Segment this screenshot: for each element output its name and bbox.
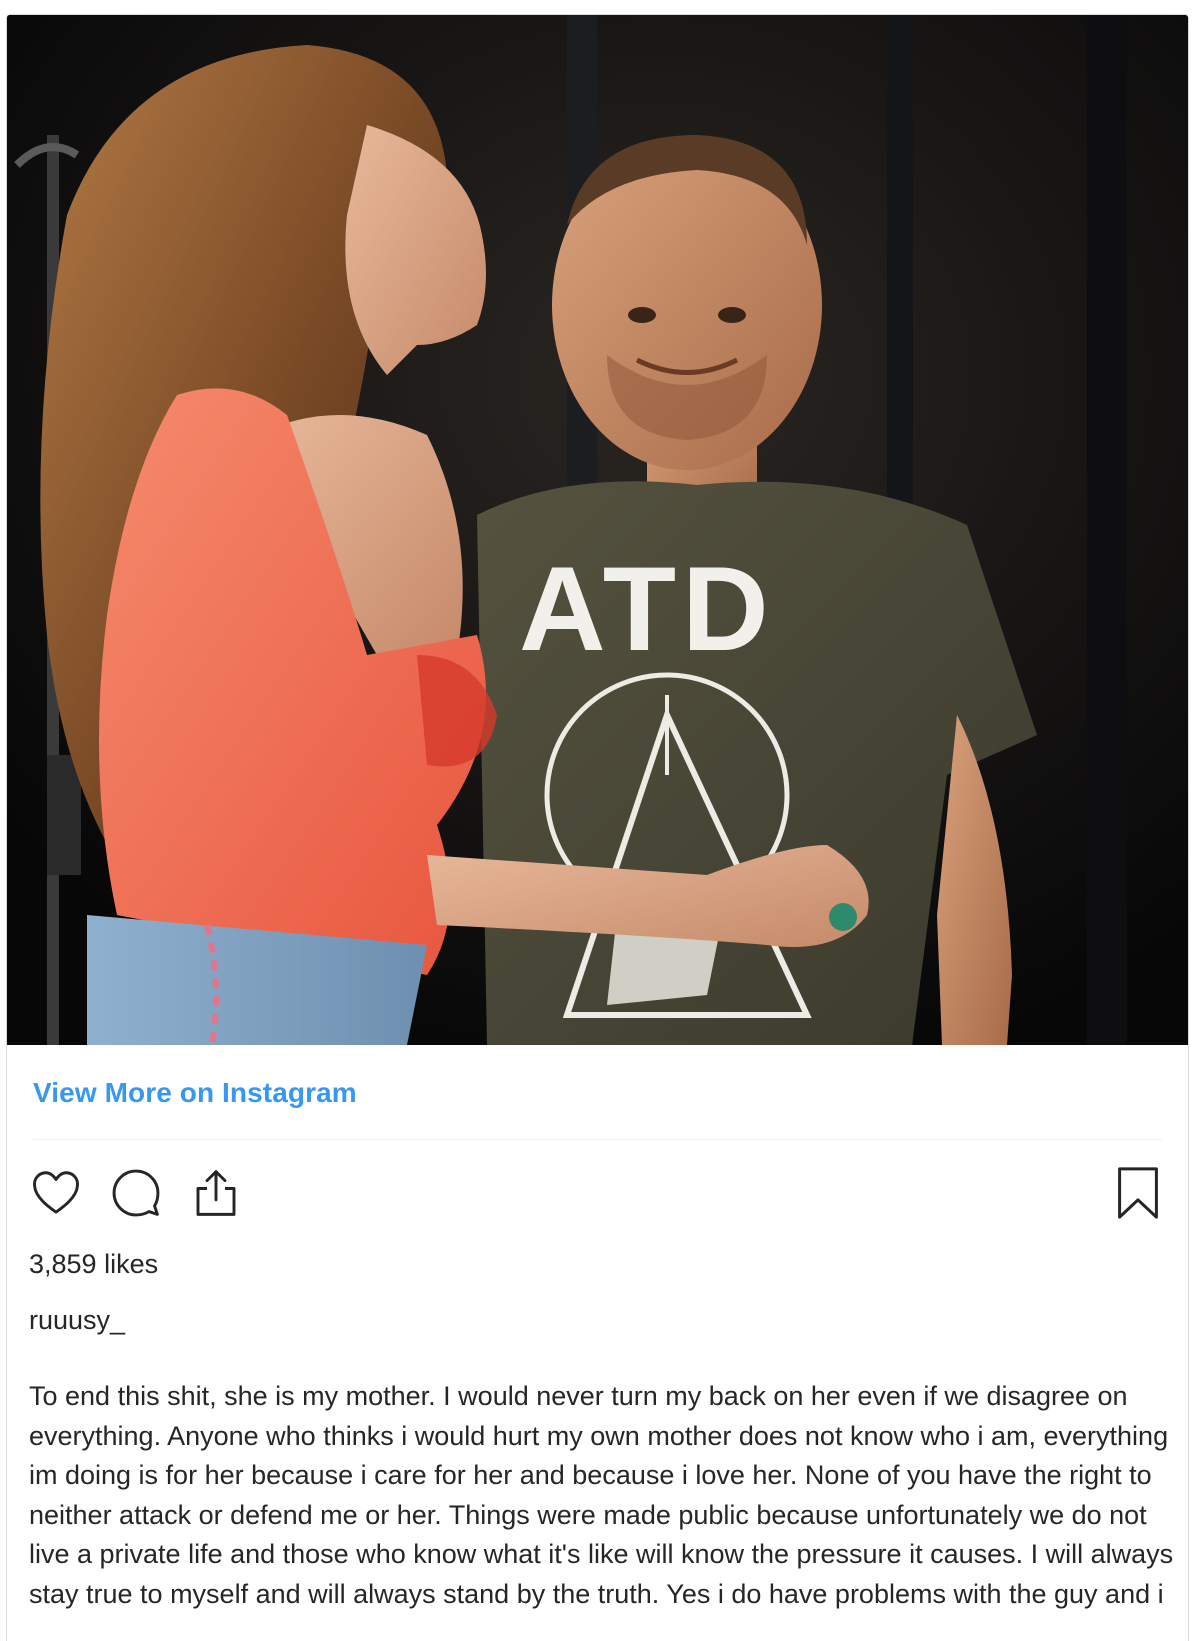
action-bar [27,1163,245,1223]
username[interactable]: ruuusy_ [29,1305,125,1336]
heart-icon [33,1171,79,1214]
comment-icon [112,1169,160,1217]
save-button[interactable] [1110,1163,1166,1223]
like-button[interactable] [27,1164,85,1222]
bookmark-icon [1118,1167,1158,1219]
likes-count: 3,859 likes [29,1249,159,1279]
post-photo-image: ATD [7,15,1188,1045]
divider [33,1139,1162,1140]
instagram-embed-card: ATD View More on Instagram 3,859 likes r… [6,14,1189,1641]
share-button[interactable] [187,1164,245,1222]
view-more-on-instagram-link[interactable]: View More on Instagram [33,1077,357,1109]
shirt-print-text: ATD [519,542,775,676]
post-photo[interactable]: ATD [7,15,1188,1045]
share-icon [196,1170,236,1216]
post-caption: To end this shit, she is my mother. I wo… [29,1381,1174,1609]
comment-button[interactable] [107,1164,165,1222]
